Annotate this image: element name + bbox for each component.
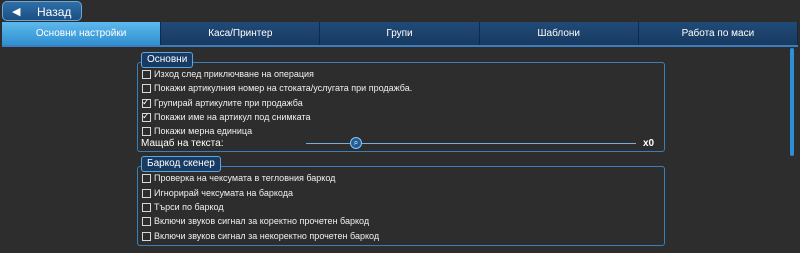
option-label: Включи звуков сигнал за коректно прочете… [154, 216, 370, 226]
checkbox-checked[interactable] [142, 109, 151, 123]
option-label: Търси по баркод [154, 202, 224, 212]
checkbox[interactable] [142, 188, 151, 198]
tab-templates[interactable]: Шаблони [479, 22, 639, 45]
option-label: Изход след приключване на операция [154, 69, 314, 79]
tab-tables[interactable]: Работа по маси [638, 22, 799, 45]
option-group-items[interactable]: Групирай артикулите при продажба [142, 95, 303, 110]
tab-cash-printer[interactable]: Каса/Принтер [161, 22, 321, 45]
text-zoom-label: Мащаб на текста: [141, 138, 224, 149]
checkbox-checked[interactable] [142, 95, 151, 109]
checkbox[interactable] [142, 202, 151, 212]
option-ignore-checksum[interactable]: Игнорирай чексумата на баркода [142, 186, 293, 200]
checkbox[interactable] [142, 69, 151, 79]
option-label: Проверка на чексумата в тегловния баркод [154, 173, 336, 183]
main-section-title: Основни [141, 52, 194, 68]
text-zoom-value: x0 [643, 138, 655, 149]
option-show-name-under-image[interactable]: Покажи име на артикул под снимката [142, 109, 311, 124]
option-label: Включи звуков сигнал за некоректно проче… [154, 231, 380, 241]
option-label: Покажи артикулния номер на стоката/услуг… [154, 83, 413, 93]
slider-handle-search-icon[interactable]: ⌕ [350, 137, 362, 149]
checkbox[interactable] [142, 126, 151, 136]
back-button-label: Назад [37, 5, 72, 19]
vertical-scrollbar[interactable] [790, 48, 794, 156]
option-sound-correct[interactable]: Включи звуков сигнал за коректно прочете… [142, 214, 369, 228]
back-button[interactable]: ◀ Назад [2, 1, 82, 21]
barcode-section-title: Баркод скенер [141, 156, 221, 172]
checkbox[interactable] [142, 216, 151, 226]
option-search-by-barcode[interactable]: Търси по баркод [142, 200, 224, 214]
option-check-weight-checksum[interactable]: Проверка на чексумата в тегловния баркод [142, 171, 335, 185]
checkbox[interactable] [142, 231, 151, 241]
tab-bar: Основни настройки Каса/Принтер Групи Шаб… [2, 22, 799, 47]
option-label: Покажи мерна единица [154, 126, 253, 136]
option-exit-after-operation[interactable]: Изход след приключване на операция [142, 67, 314, 81]
option-label: Групирай артикулите при продажба [154, 98, 303, 108]
option-sound-incorrect[interactable]: Включи звуков сигнал за некоректно проче… [142, 229, 379, 243]
option-show-item-number[interactable]: Покажи артикулния номер на стоката/услуг… [142, 81, 412, 95]
option-label: Покажи име на артикул под снимката [154, 112, 311, 122]
option-show-unit[interactable]: Покажи мерна единица [142, 124, 252, 138]
back-arrow-icon: ◀ [12, 6, 21, 18]
tab-main-settings[interactable]: Основни настройки [2, 22, 162, 45]
checkbox[interactable] [142, 83, 151, 93]
tab-groups[interactable]: Групи [320, 22, 480, 45]
checkbox[interactable] [142, 173, 151, 183]
option-label: Игнорирай чексумата на баркода [154, 188, 293, 198]
